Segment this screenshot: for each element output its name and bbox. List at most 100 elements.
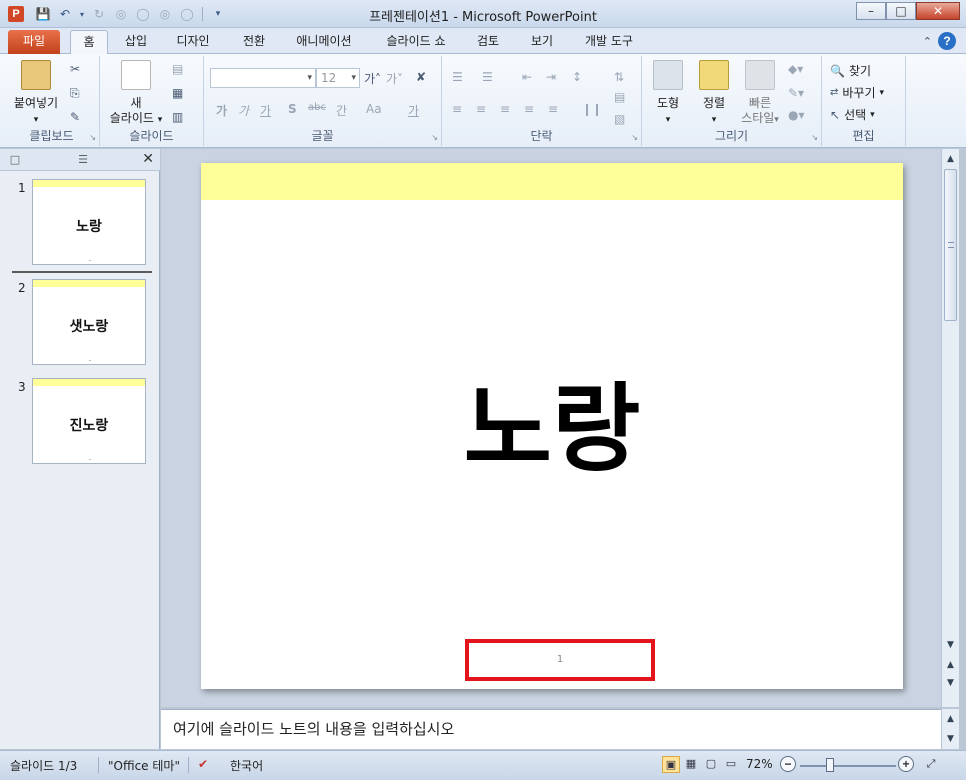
decrease-indent-icon[interactable]: ⇤ — [522, 70, 532, 84]
reading-view-icon[interactable]: ▢ — [702, 756, 720, 773]
drawing-launcher-icon[interactable]: ↘ — [811, 133, 818, 142]
scroll-thumb[interactable] — [944, 169, 957, 321]
zoom-out-icon[interactable]: − — [780, 756, 796, 772]
quick-styles-button[interactable]: 빠른 스타일▾ — [736, 60, 784, 128]
tab-home[interactable]: 홈 — [70, 30, 108, 55]
columns-icon[interactable]: ❙❙ — [582, 102, 602, 116]
font-name-combo[interactable]: ▾ — [210, 68, 316, 88]
tab-view[interactable]: 보기 — [522, 30, 562, 54]
strikethrough-button[interactable]: abc — [308, 102, 326, 113]
vertical-scrollbar[interactable]: ▲ ▼ ▲︎ ▼︎ — [941, 149, 959, 707]
shape-effects-icon[interactable]: ●▾ — [788, 108, 805, 122]
notes-pane[interactable]: 여기에 슬라이드 노트의 내용을 입력하십시오 — [161, 709, 941, 749]
align-text-icon[interactable]: ▤ — [614, 90, 625, 104]
clipboard-launcher-icon[interactable]: ↘ — [89, 133, 96, 142]
slides-tab-icon[interactable]: □ — [4, 151, 26, 169]
scroll-up-icon[interactable]: ▲ — [942, 151, 959, 167]
new-slide-button[interactable]: 새 슬라이드 ▾ — [104, 60, 168, 128]
scroll-down-icon[interactable]: ▼ — [942, 637, 959, 653]
cut-icon[interactable]: ✂ — [70, 62, 80, 76]
normal-view-icon[interactable]: ▣ — [662, 756, 680, 773]
thumbnail-1[interactable]: 1 노랑 — [0, 179, 158, 269]
replace-button[interactable]: ⇄ 바꾸기 ▾ — [830, 84, 884, 101]
save-icon[interactable]: 💾 — [34, 6, 52, 22]
font-size-combo[interactable]: 12 ▾ — [316, 68, 360, 88]
arrange-button[interactable]: 정렬 ▾ — [692, 60, 736, 128]
spelling-check-icon[interactable]: ✔ — [198, 757, 208, 771]
text-direction-icon[interactable]: ⇅ — [614, 70, 624, 84]
thumbnail-slide[interactable]: 노랑 — [32, 179, 146, 265]
distribute-icon[interactable]: ≡ — [548, 102, 558, 116]
justify-icon[interactable]: ≡ — [524, 102, 534, 116]
tab-design[interactable]: 디자인 — [168, 30, 218, 54]
tab-developer[interactable]: 개발 도구 — [576, 30, 642, 54]
italic-button[interactable]: 가 — [238, 102, 249, 119]
thumbnail-slide[interactable]: 진노랑 — [32, 378, 146, 464]
align-right-icon[interactable]: ≡ — [500, 102, 510, 116]
outline-tab-icon[interactable]: ☰ — [72, 151, 94, 169]
select-button[interactable]: ↖ 선택 ▾ — [830, 106, 875, 123]
line-spacing-icon[interactable]: ↕ — [572, 70, 582, 84]
tab-insert[interactable]: 삽입 — [116, 30, 156, 54]
presentation-icon[interactable]: ◎ — [112, 6, 130, 22]
font-color-button[interactable]: 가 — [408, 102, 419, 119]
thumbnail-3[interactable]: 3 진노랑 — [0, 378, 158, 468]
align-center-icon[interactable]: ≡ — [476, 102, 486, 116]
close-pane-icon[interactable]: ✕ — [142, 151, 154, 167]
shapes-button[interactable]: 도형 ▾ — [646, 60, 690, 128]
customize-qat-icon[interactable]: ▾ — [209, 6, 227, 22]
underline-button[interactable]: 가 — [260, 102, 271, 119]
notes-scrollbar[interactable]: ▲ ▼ — [941, 709, 959, 749]
tab-animations[interactable]: 애니메이션 — [286, 30, 362, 54]
bullets-icon[interactable]: ☰ — [452, 70, 463, 84]
font-launcher-icon[interactable]: ↘ — [431, 133, 438, 142]
zoom-slider-thumb[interactable] — [826, 758, 834, 772]
grow-font-icon[interactable]: 가˄ — [364, 70, 381, 87]
shadow-button[interactable]: S — [288, 102, 297, 116]
notes-scroll-up-icon[interactable]: ▲ — [942, 711, 959, 727]
layout-icon[interactable]: ▤ — [172, 62, 183, 76]
tab-review[interactable]: 검토 — [468, 30, 508, 54]
next-slide-icon[interactable]: ▼︎ — [942, 675, 959, 691]
shape-outline-icon[interactable]: ✎▾ — [788, 86, 804, 100]
powerpoint-app-icon[interactable]: P — [8, 6, 24, 22]
maximize-button[interactable]: □ — [886, 2, 916, 20]
slide-title[interactable]: 노랑 — [201, 381, 903, 477]
align-left-icon[interactable]: ≡ — [452, 102, 462, 116]
fit-to-window-icon[interactable]: ⤢ — [922, 756, 940, 773]
shape-icon[interactable]: ◯ — [134, 6, 152, 22]
bold-button[interactable]: 가 — [216, 102, 227, 119]
dropdown-arrow-icon[interactable]: ▾ — [78, 6, 86, 22]
change-case-button[interactable]: Aa — [366, 102, 382, 116]
shrink-font-icon[interactable]: 가˅ — [386, 70, 403, 87]
close-button[interactable]: ✕ — [916, 2, 960, 20]
reset-icon[interactable]: ▦ — [172, 86, 183, 100]
paste-button[interactable]: 붙여넣기 ▾ — [10, 60, 62, 128]
tab-transitions[interactable]: 전환 — [234, 30, 274, 54]
char-spacing-button[interactable]: 간 — [336, 102, 347, 119]
zoom-level[interactable]: 72% — [746, 757, 773, 771]
notes-placeholder[interactable]: 여기에 슬라이드 노트의 내용을 입력하십시오 — [173, 718, 454, 739]
shape-fill-icon[interactable]: ◆▾ — [788, 62, 803, 76]
slide-number-placeholder[interactable]: 1 — [465, 639, 655, 681]
slideshow-view-icon[interactable]: ▭ — [722, 756, 740, 773]
paragraph-launcher-icon[interactable]: ↘ — [631, 133, 638, 142]
notes-scroll-down-icon[interactable]: ▼ — [942, 731, 959, 747]
increase-indent-icon[interactable]: ⇥ — [546, 70, 556, 84]
redo-icon[interactable]: ↻ — [90, 6, 108, 22]
numbering-icon[interactable]: ☰ — [482, 70, 493, 84]
copy-format-icon[interactable]: ◎ — [156, 6, 174, 22]
tab-file[interactable]: 파일 — [8, 30, 60, 54]
zoom-in-icon[interactable]: + — [898, 756, 914, 772]
previous-slide-icon[interactable]: ▲︎ — [942, 657, 959, 673]
section-icon[interactable]: ▥ — [172, 110, 183, 124]
minimize-ribbon-icon[interactable]: ⌃ — [923, 35, 932, 48]
current-slide[interactable]: 노랑 1 — [201, 163, 903, 689]
find-button[interactable]: 🔍 찾기 — [830, 62, 871, 79]
thumbnail-2[interactable]: 2 샛노랑 — [0, 279, 158, 369]
zoom-slider-track[interactable] — [800, 765, 896, 767]
thumbnail-slide[interactable]: 샛노랑 — [32, 279, 146, 365]
language-indicator[interactable]: 한국어 — [230, 757, 263, 774]
comment-icon[interactable]: ◯ — [178, 6, 196, 22]
clear-format-icon[interactable]: ✘ — [416, 70, 426, 84]
